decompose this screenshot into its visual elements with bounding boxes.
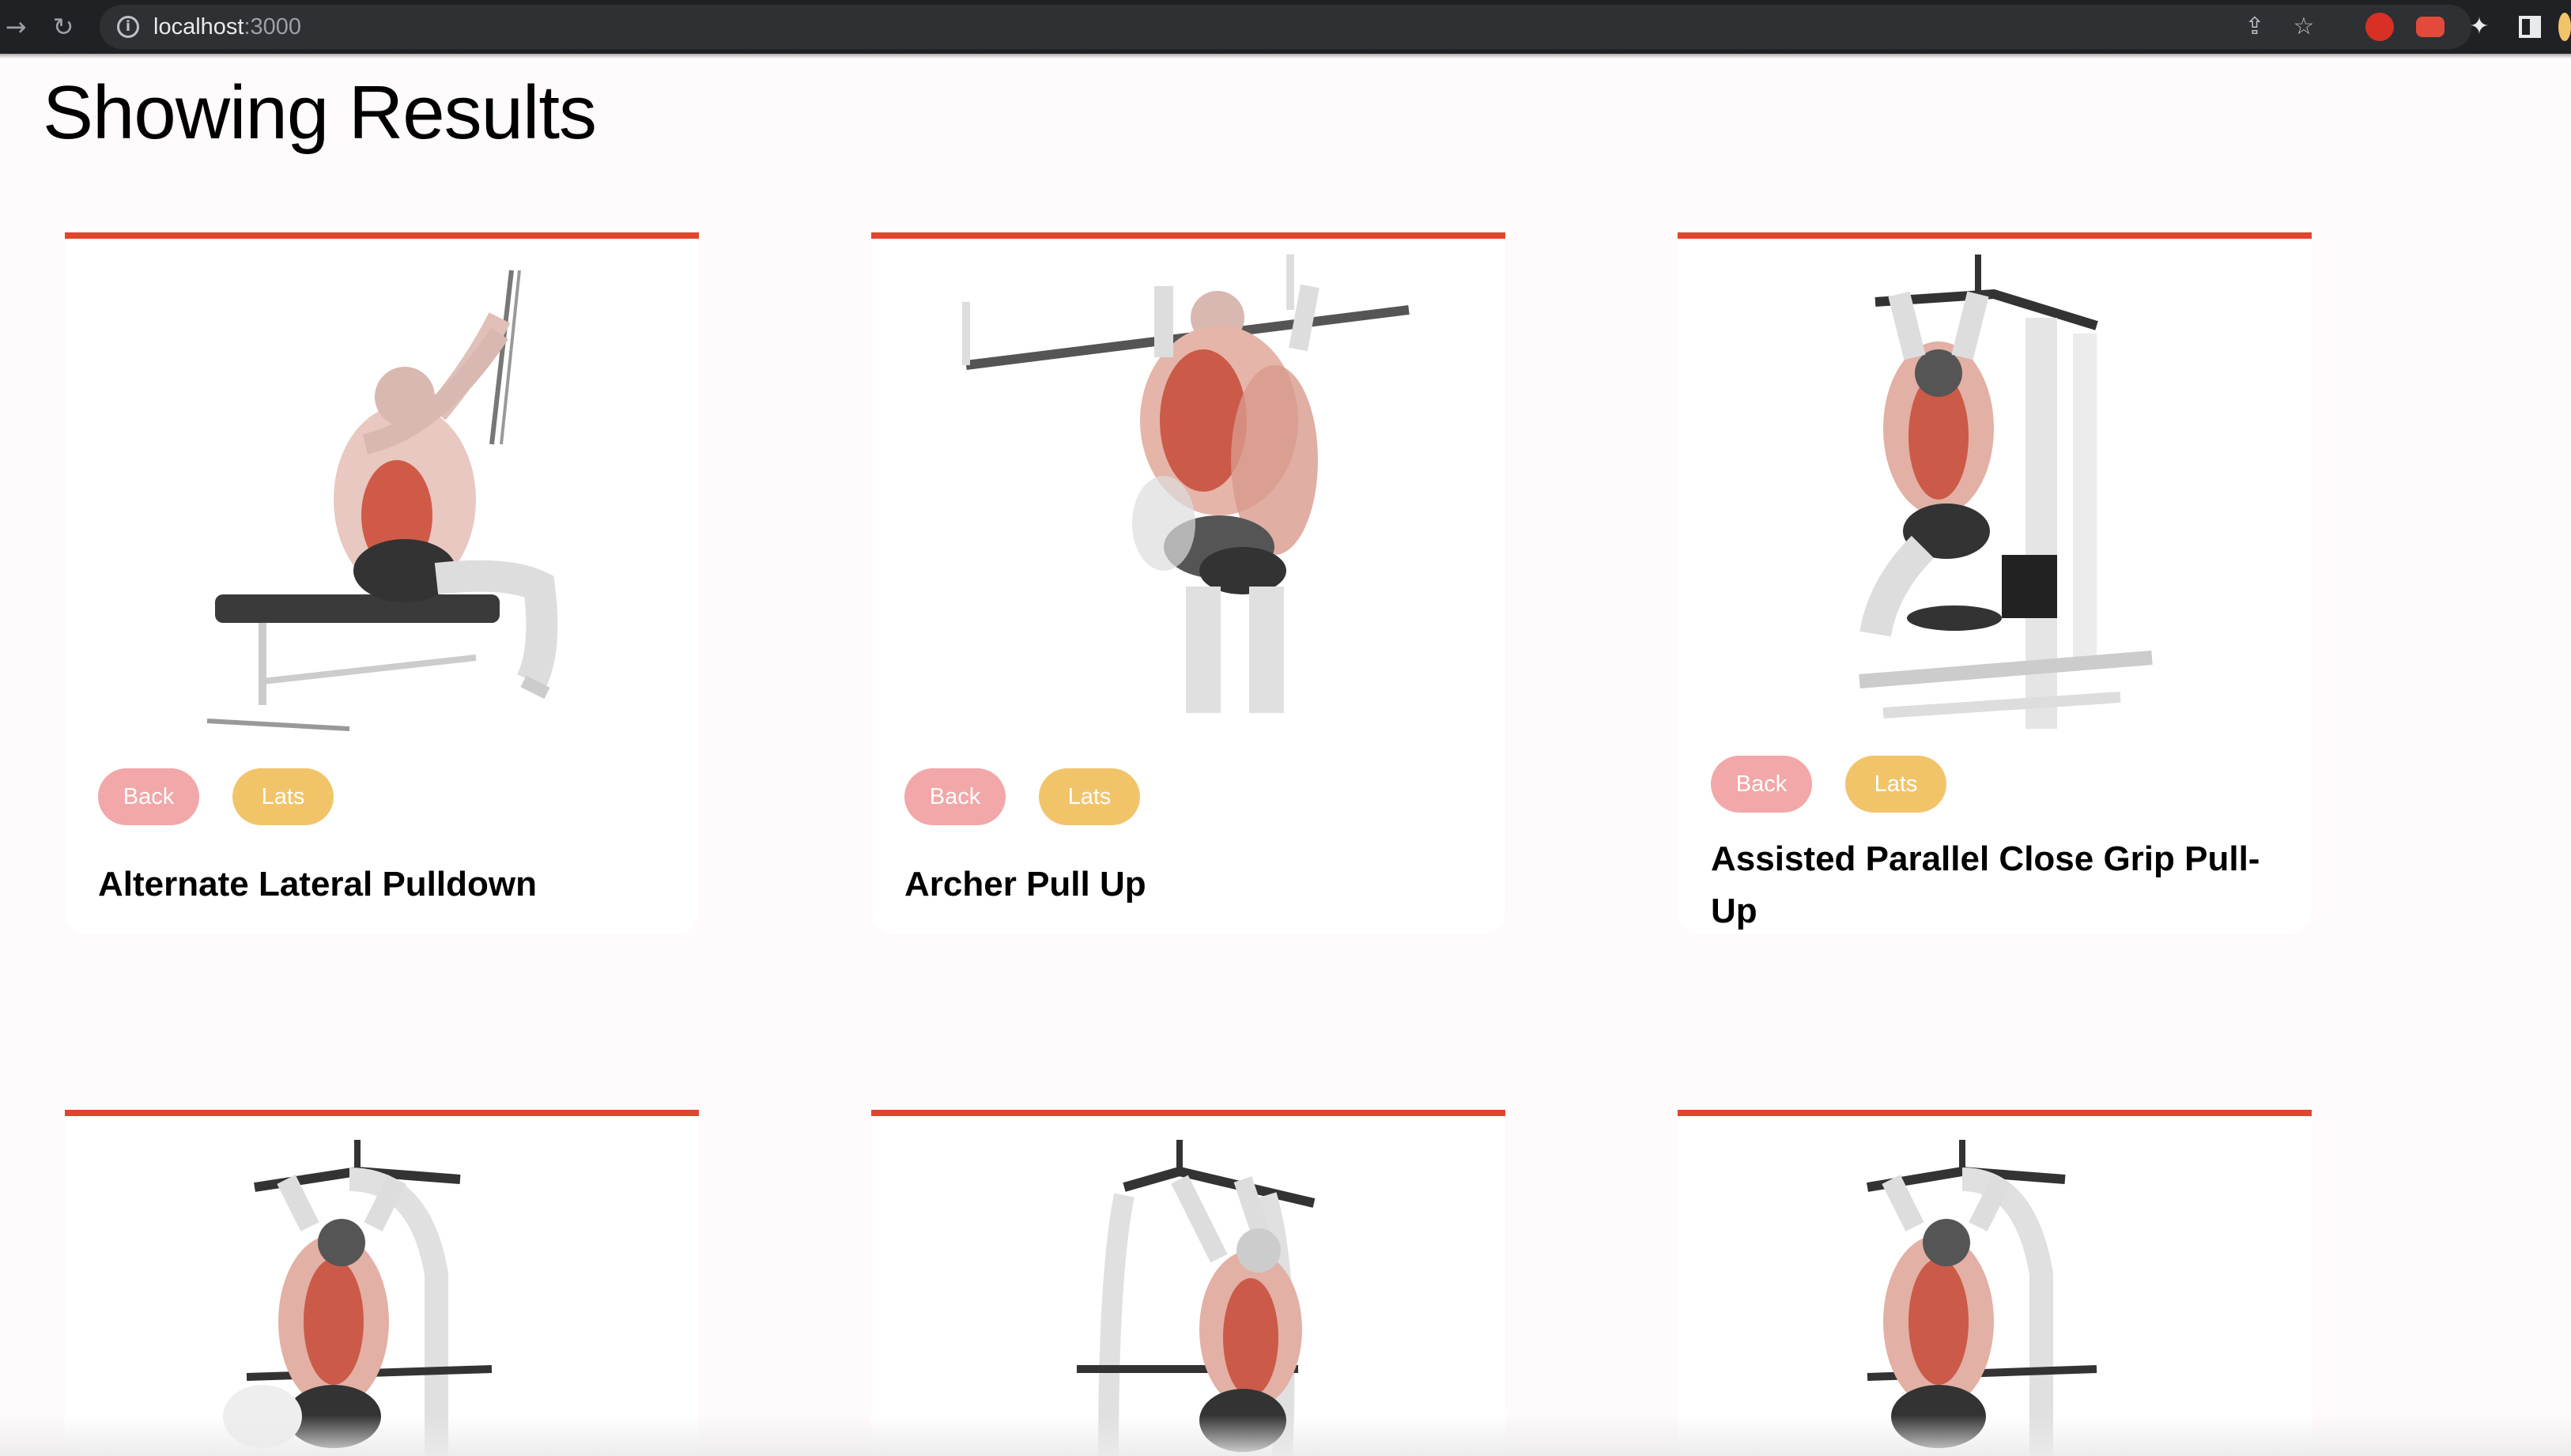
share-icon[interactable]: ⇪ xyxy=(2242,14,2267,40)
lat-pulldown-illustration xyxy=(206,270,558,731)
address-bar[interactable]: i localhost:3000 ⇪ ☆ xyxy=(100,5,2471,49)
tag-lats[interactable]: Lats xyxy=(1039,768,1140,825)
assisted-pull-up-machine-illustration xyxy=(1867,1140,2097,1456)
tag-lats[interactable]: Lats xyxy=(1845,756,1946,813)
exercise-card[interactable]: Back Lats Assisted Parallel Close Grip P… xyxy=(1678,232,2312,934)
extension-video-icon[interactable] xyxy=(2416,17,2445,37)
assisted-pull-up-machine-illustration xyxy=(223,1140,493,1456)
extension-stop-icon[interactable] xyxy=(2365,13,2394,41)
exercise-name: Assisted Parallel Close Grip Pull-Up xyxy=(1711,839,2260,930)
exercise-card[interactable] xyxy=(65,1110,699,1456)
assisted-pull-up-machine-illustration xyxy=(1077,1140,1316,1456)
tag-back[interactable]: Back xyxy=(1711,756,1812,813)
forward-arrow-icon[interactable]: → xyxy=(0,11,32,43)
exercise-card[interactable]: Back Lats Alternate Lateral Pulldown xyxy=(65,232,699,934)
page-title: Showing Results xyxy=(43,70,597,155)
tag-back[interactable]: Back xyxy=(98,768,199,825)
reload-icon[interactable]: ↻ xyxy=(47,11,79,43)
url-text[interactable]: localhost:3000 xyxy=(153,14,301,40)
side-panel-icon[interactable] xyxy=(2519,16,2541,38)
browser-toolbar: → ↻ i localhost:3000 ⇪ ☆ ✦ xyxy=(0,0,2571,58)
extensions-puzzle-icon[interactable]: ✦ xyxy=(2467,14,2492,40)
pull-up-illustration xyxy=(962,255,1410,713)
tag-back[interactable]: Back xyxy=(904,768,1006,825)
exercise-card[interactable] xyxy=(1678,1110,2312,1456)
exercise-name: Archer Pull Up xyxy=(904,865,1146,903)
site-info-icon[interactable]: i xyxy=(117,16,139,38)
tag-lats[interactable]: Lats xyxy=(232,768,334,825)
exercise-name: Alternate Lateral Pulldown xyxy=(98,865,537,903)
scroll-fade xyxy=(0,1415,2571,1456)
assisted-pull-up-machine-illustration xyxy=(1859,255,2153,729)
exercise-card[interactable]: Back Lats Archer Pull Up xyxy=(871,232,1505,934)
bookmark-star-icon[interactable]: ☆ xyxy=(2291,14,2316,40)
exercise-card[interactable] xyxy=(871,1110,1505,1456)
profile-avatar[interactable] xyxy=(2558,13,2571,41)
